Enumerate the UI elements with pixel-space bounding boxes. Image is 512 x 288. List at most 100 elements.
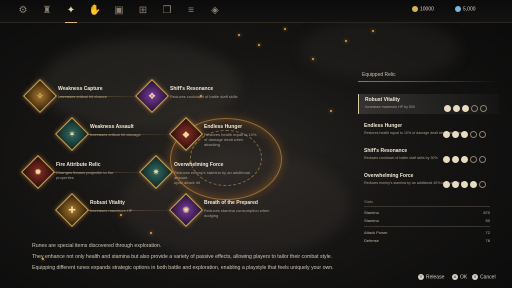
level-dot bbox=[443, 181, 450, 188]
shiffs-resonance-icon: ❖ bbox=[147, 91, 157, 101]
tab-skills[interactable]: ✋ bbox=[88, 4, 102, 18]
tab-journal[interactable]: ❐ bbox=[160, 4, 174, 18]
level-dot bbox=[443, 131, 450, 138]
release-hint[interactable]: Y Release bbox=[418, 274, 444, 280]
stat-value: 72 bbox=[485, 230, 490, 235]
stat-row: Stamina 50 bbox=[364, 218, 490, 223]
bag-icon: ◈ bbox=[211, 5, 219, 16]
rock-texture bbox=[300, 20, 460, 80]
rune-desc: Increases critical hit chance bbox=[58, 94, 108, 99]
stat-label: Defense bbox=[364, 238, 379, 243]
level-dot bbox=[452, 156, 459, 163]
tab-inventory[interactable]: ▣ bbox=[112, 4, 126, 18]
level-dot bbox=[470, 181, 477, 188]
stat-row: Stamina 870 bbox=[364, 210, 490, 215]
level-dot bbox=[452, 181, 459, 188]
level-dot bbox=[470, 156, 477, 163]
stat-row: Defense 78 bbox=[364, 238, 490, 243]
level-dot bbox=[479, 156, 486, 163]
tab-runes[interactable]: ✦ bbox=[64, 4, 78, 23]
rune-desc: Increases maximum HP bbox=[90, 208, 133, 213]
stat-value: 50 bbox=[485, 218, 490, 223]
level-dot bbox=[471, 105, 478, 112]
rune-desc: Increases critical hit damage bbox=[90, 132, 141, 137]
level-dot bbox=[479, 181, 486, 188]
hand-icon: ✋ bbox=[88, 5, 102, 16]
level-dot bbox=[461, 131, 468, 138]
stat-row: Attack Power 72 bbox=[364, 230, 490, 235]
level-dot bbox=[462, 105, 469, 112]
rune-name: Fire Attribute Relic bbox=[56, 162, 101, 168]
description-line: Equipping different runes expands strate… bbox=[32, 265, 334, 271]
rune-level-dots bbox=[441, 150, 486, 168]
rune-name: Shiff's Resonance bbox=[170, 86, 214, 92]
rune-icon: ✦ bbox=[66, 5, 76, 16]
equipped-slot[interactable]: Robust Vitality Increases maximum HP by … bbox=[358, 94, 499, 114]
ember-particle bbox=[150, 232, 152, 234]
equipped-name: Overwhelming Force bbox=[364, 173, 414, 179]
level-dot bbox=[461, 181, 468, 188]
level-dot bbox=[461, 156, 468, 163]
tab-map[interactable]: ⊞ bbox=[136, 4, 150, 18]
level-dot bbox=[444, 105, 451, 112]
ember-particle bbox=[258, 44, 260, 46]
rune-level-dots bbox=[441, 125, 486, 143]
equipped-slot[interactable]: Overwhelming Force Reduces enemy's stami… bbox=[358, 170, 498, 190]
rune-name: Robust Vitality bbox=[90, 200, 125, 206]
rune-level-dots bbox=[441, 175, 486, 193]
equipped-slot[interactable]: Endless Hunger Restores health equal to … bbox=[358, 120, 498, 140]
equipped-desc: Reduces cooldown of battle staff skills … bbox=[364, 156, 438, 160]
rune-desc-line3: attacking bbox=[204, 142, 221, 147]
stat-value: 870 bbox=[483, 210, 490, 215]
ember-particle bbox=[330, 110, 332, 112]
rune-desc-line2: dodging bbox=[204, 213, 219, 218]
a-button-icon: A bbox=[452, 274, 458, 280]
ok-hint[interactable]: A OK bbox=[452, 274, 467, 280]
scroll-icon: ≡ bbox=[188, 5, 194, 16]
equipped-relic-panel: Equipped Relic Robust Vitality Increases… bbox=[358, 72, 499, 246]
ember-particle bbox=[120, 214, 122, 216]
equipped-name: Shiff's Resonance bbox=[364, 148, 408, 154]
tab-quests[interactable]: ≡ bbox=[184, 4, 198, 18]
rune-desc-line2: properties bbox=[56, 175, 74, 180]
soul-crystal-icon bbox=[455, 6, 461, 12]
stat-value: 78 bbox=[485, 238, 490, 243]
stats-divider bbox=[364, 226, 490, 227]
rune-name: Weakness Assault bbox=[90, 124, 134, 130]
weakness-assault-icon: ✶ bbox=[68, 129, 76, 139]
cancel-hint[interactable]: X Cancel bbox=[472, 274, 496, 280]
rune-desc: Reduces cooldown of battle staff skills bbox=[170, 94, 238, 99]
tab-settings[interactable]: ⚙ bbox=[16, 4, 30, 18]
stat-label: Stamina bbox=[364, 210, 379, 215]
fire-relic-icon: ✹ bbox=[34, 167, 42, 177]
chest-icon: ▣ bbox=[114, 5, 124, 16]
description-line: Runes are special items discovered throu… bbox=[32, 243, 162, 249]
weakness-capture-icon: ✧ bbox=[36, 91, 44, 101]
description-line: They enhance not only health and stamina… bbox=[32, 254, 333, 260]
gold-counter: 10000 bbox=[412, 6, 434, 12]
gear-icon: ⚙ bbox=[18, 5, 28, 16]
ember-particle bbox=[284, 28, 286, 30]
tab-equipment[interactable]: ♜ bbox=[40, 4, 54, 18]
rune-level-dots bbox=[442, 99, 487, 117]
level-dot bbox=[480, 105, 487, 112]
ember-particle bbox=[345, 40, 347, 42]
rune-name: Weakness Capture bbox=[58, 86, 103, 92]
level-dot bbox=[452, 131, 459, 138]
rune-name: Overwhelming Force bbox=[174, 162, 224, 168]
souls-counter: 5,000 bbox=[455, 6, 476, 12]
equipped-slot[interactable]: Shiff's Resonance Reduces cooldown of ba… bbox=[358, 145, 498, 165]
y-button-icon: Y bbox=[418, 274, 424, 280]
level-dot bbox=[479, 131, 486, 138]
ember-particle bbox=[372, 30, 374, 32]
robust-vitality-icon: ✚ bbox=[68, 205, 76, 215]
equipped-name: Robust Vitality bbox=[365, 97, 400, 103]
tab-items[interactable]: ◈ bbox=[208, 4, 222, 18]
breath-prepared-icon: ✺ bbox=[182, 205, 190, 215]
ember-particle bbox=[238, 34, 240, 36]
stat-label: Attack Power bbox=[364, 230, 388, 235]
rune-desc-line3: upon attack hit bbox=[174, 180, 201, 185]
panel-divider bbox=[358, 81, 498, 82]
rune-name: Breath of the Prepared bbox=[204, 200, 258, 206]
x-button-icon: X bbox=[472, 274, 478, 280]
